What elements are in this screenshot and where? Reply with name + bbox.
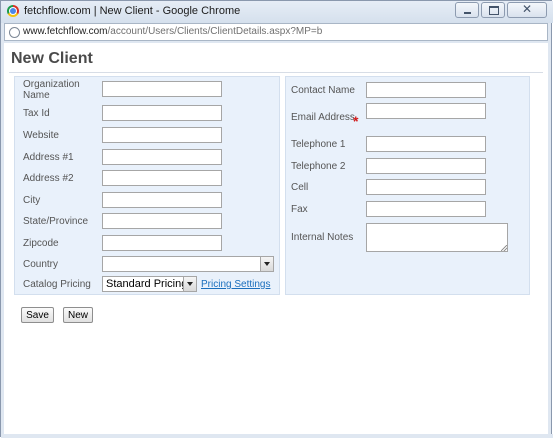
browser-window: fetchflow.com | New Client - Google Chro…: [0, 0, 553, 438]
address-bar[interactable]: www.fetchflow.com/account/Users/Clients/…: [4, 23, 548, 41]
client-details-panel: Organization Name Tax Id Website Address…: [14, 76, 280, 295]
contact-name-input[interactable]: [366, 82, 486, 98]
city-input[interactable]: [102, 192, 222, 208]
cell-input[interactable]: [366, 179, 486, 195]
maximize-icon: [489, 6, 499, 15]
required-marker: *: [353, 113, 359, 129]
tax-id-label: Tax Id: [23, 108, 50, 119]
country-select[interactable]: [102, 256, 274, 272]
email-address-label: Email Address: [291, 112, 355, 123]
title-divider: [9, 72, 543, 73]
url-text: www.fetchflow.com/account/Users/Clients/…: [23, 26, 322, 37]
fax-label: Fax: [291, 204, 308, 215]
minimize-button[interactable]: [455, 2, 479, 18]
fax-input[interactable]: [366, 201, 486, 217]
address1-label: Address #1: [23, 152, 74, 163]
state-province-label: State/Province: [23, 216, 89, 227]
email-address-input[interactable]: [366, 103, 486, 119]
chevron-down-icon[interactable]: [260, 257, 273, 271]
country-label: Country: [23, 259, 59, 270]
contact-name-label: Contact Name: [291, 85, 355, 96]
state-province-input[interactable]: [102, 213, 222, 229]
save-button[interactable]: Save: [21, 307, 54, 323]
new-button[interactable]: New: [63, 307, 93, 323]
telephone2-label: Telephone 2: [291, 161, 346, 172]
internal-notes-textarea[interactable]: [366, 223, 508, 252]
maximize-button[interactable]: [481, 2, 505, 18]
city-label: City: [23, 195, 41, 206]
website-input[interactable]: [102, 127, 222, 143]
address1-input[interactable]: [102, 149, 222, 165]
catalog-pricing-selected-value: Standard Pricing: [106, 278, 188, 290]
cell-label: Cell: [291, 182, 309, 193]
resize-grip-icon[interactable]: [501, 245, 507, 251]
catalog-pricing-label: Catalog Pricing: [23, 279, 91, 290]
page-content: New Client Organization Name Tax Id Webs…: [4, 43, 548, 434]
telephone2-input[interactable]: [366, 158, 486, 174]
page-info-icon: [9, 27, 20, 38]
close-icon: ✕: [521, 2, 533, 16]
contact-details-panel: Contact Name Email Address * Telephone 1…: [285, 76, 530, 295]
tax-id-input[interactable]: [102, 105, 222, 121]
window-bottom-border: [1, 434, 553, 438]
window-controls: ✕: [453, 2, 547, 18]
telephone1-label: Telephone 1: [291, 139, 346, 150]
url-path: /account/Users/Clients/ClientDetails.asp…: [107, 26, 323, 37]
chevron-down-icon[interactable]: [183, 277, 196, 291]
close-button[interactable]: ✕: [507, 2, 547, 18]
title-bar: fetchflow.com | New Client - Google Chro…: [1, 1, 553, 23]
pricing-settings-link[interactable]: Pricing Settings: [201, 279, 270, 290]
website-label: Website: [23, 130, 59, 141]
telephone1-input[interactable]: [366, 136, 486, 152]
address2-input[interactable]: [102, 170, 222, 186]
zipcode-input[interactable]: [102, 235, 222, 251]
window-title: fetchflow.com | New Client - Google Chro…: [24, 5, 241, 17]
organization-name-input[interactable]: [102, 81, 222, 97]
zipcode-label: Zipcode: [23, 238, 59, 249]
url-host: www.fetchflow.com: [23, 26, 108, 37]
address2-label: Address #2: [23, 173, 74, 184]
catalog-pricing-select[interactable]: Standard Pricing: [102, 276, 197, 292]
page-title: New Client: [11, 50, 93, 67]
internal-notes-label: Internal Notes: [291, 232, 354, 243]
organization-name-label: Organization Name: [23, 79, 80, 101]
minimize-icon: [464, 12, 471, 14]
chrome-logo-icon: [7, 5, 19, 17]
